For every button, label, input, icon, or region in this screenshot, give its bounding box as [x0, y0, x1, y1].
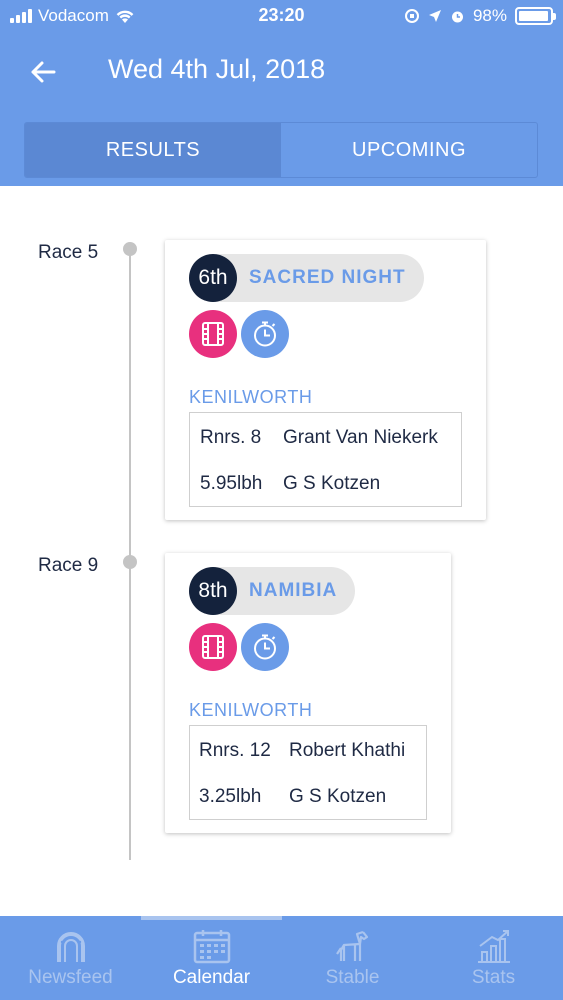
tab-upcoming[interactable]: UPCOMING [281, 123, 537, 177]
tab-results[interactable]: RESULTS [25, 123, 281, 177]
position-badge: 8th [189, 567, 237, 615]
battery-icon [515, 7, 556, 25]
nav-stable[interactable]: Stable [282, 916, 423, 1000]
status-bar: Vodacom 23:20 98% [0, 0, 563, 34]
timing-button[interactable] [241, 623, 289, 671]
stopwatch-icon [254, 634, 276, 660]
nav-label: Stable [325, 967, 380, 988]
result-pill: 8th NAMIBIA [189, 567, 356, 615]
battery-fill [519, 11, 549, 21]
race-details: Rnrs. 8 Grant Van Niekerk 5.95lbh G S Ko… [189, 412, 462, 507]
timeline-line [129, 248, 131, 860]
trainer-name: G S Kotzen [283, 473, 381, 494]
nav-label: Calendar [172, 967, 251, 988]
horse-name[interactable]: NAMIBIA [237, 580, 355, 602]
result-pill: 6th SACRED NIGHT [189, 254, 424, 302]
film-icon [202, 635, 224, 659]
horseshoe-icon [56, 932, 85, 962]
orientation-lock-icon [404, 9, 419, 23]
position-badge: 6th [189, 254, 237, 302]
horse-name[interactable]: SACRED NIGHT [237, 267, 424, 289]
venue-name: KENILWORTH [189, 700, 313, 720]
stopwatch-icon [254, 321, 276, 347]
jockey-name: Robert Khathi [289, 740, 406, 761]
alarm-icon [451, 11, 463, 22]
weight-value: 3.25lbh [199, 786, 262, 807]
runners-count: Rnrs. 12 [199, 740, 271, 761]
arrow-left-icon [31, 61, 56, 83]
nav-calendar[interactable]: Calendar [141, 916, 282, 1000]
race-result-card[interactable]: 8th NAMIBIA KENILWORTH Rnrs. 12 Robert K… [165, 553, 451, 833]
jockey-name: Grant Van Niekerk [283, 427, 438, 448]
nav-label: Newsfeed [28, 967, 113, 988]
timeline-dot [123, 555, 137, 569]
race-label: Race 9 [38, 555, 99, 576]
status-right: 98% [404, 6, 556, 26]
race-label: Race 5 [38, 242, 99, 263]
nav-newsfeed[interactable]: Newsfeed [0, 916, 141, 1000]
film-icon [202, 322, 224, 346]
race-details: Rnrs. 12 Robert Khathi 3.25lbh G S Kotze… [189, 725, 427, 820]
timing-button[interactable] [241, 310, 289, 358]
venue-name: KENILWORTH [189, 387, 313, 407]
weight-value: 5.95lbh [200, 473, 263, 494]
race-result-card[interactable]: 6th SACRED NIGHT KENILWORTH Rnrs. 8 Gran… [165, 240, 486, 520]
video-button[interactable] [189, 310, 237, 358]
app-header: Vodacom 23:20 98% Wed 4th Jul, 2018 RESU… [0, 0, 563, 186]
timeline-dot [123, 242, 137, 256]
video-button[interactable] [189, 623, 237, 671]
battery-percent: 98% [472, 6, 507, 25]
runners-count: Rnrs. 8 [200, 427, 262, 448]
nav-label: Stats [471, 967, 516, 988]
bar-chart-icon [477, 930, 510, 963]
page-title: Wed 4th Jul, 2018 [108, 54, 326, 84]
location-icon [428, 10, 441, 22]
back-button[interactable] [24, 52, 64, 92]
nav-stats[interactable]: Stats [423, 916, 563, 1000]
tab-bar: RESULTS UPCOMING [24, 122, 538, 178]
trainer-name: G S Kotzen [289, 786, 387, 807]
calendar-icon [193, 930, 230, 964]
horse-icon [335, 930, 368, 961]
bottom-navigation: Newsfeed Calendar Stable Stats [0, 916, 563, 1000]
